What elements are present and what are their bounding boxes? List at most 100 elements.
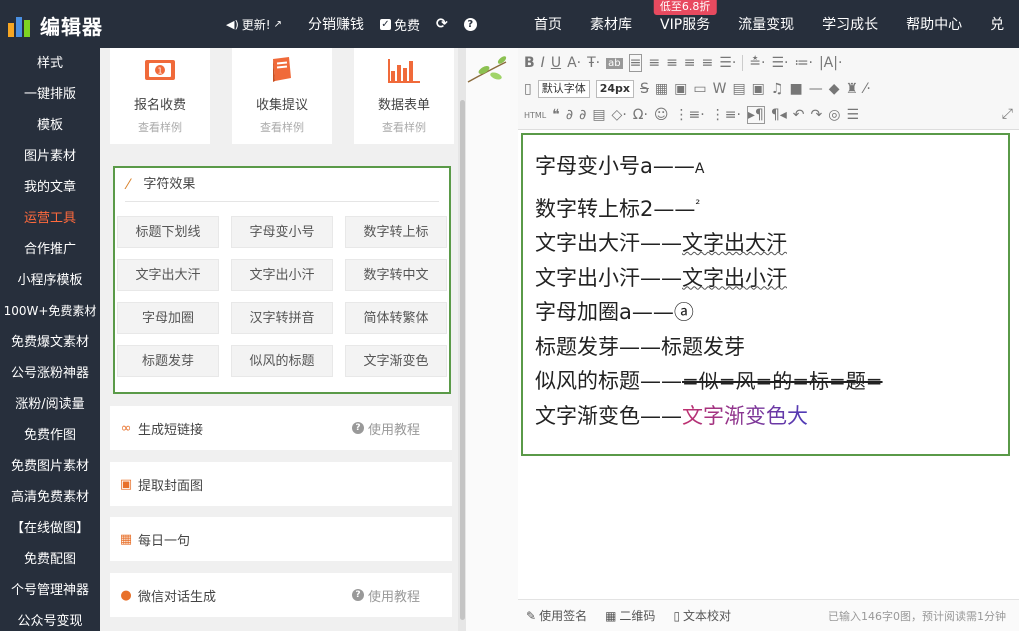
align-center-icon[interactable]: ≡ [648, 55, 660, 71]
view-example-link[interactable]: 查看样例 [354, 119, 454, 135]
sidebar-item-account-mgr[interactable]: 个号管理神器 [0, 575, 100, 606]
tool-extract-cover[interactable]: ▣ 提取封面图 [110, 462, 452, 506]
tool-daily-quote[interactable]: ▦ 每日一句 [110, 517, 452, 561]
redo-icon[interactable]: ↷ [811, 107, 823, 123]
ltr-icon[interactable]: ▸¶ [746, 106, 765, 124]
refresh-icon[interactable]: ⟳ [436, 16, 448, 32]
bullet-list-icon[interactable]: ⋮≡· [711, 107, 741, 123]
row-spacing-icon[interactable]: ☰· [771, 55, 788, 71]
sidebar-item-free-pics[interactable]: 免费配图 [0, 544, 100, 575]
ordered-list-icon[interactable]: ⋮≡· [675, 107, 705, 123]
nav-exchange[interactable]: 兑 [976, 14, 1004, 34]
find-icon[interactable]: ◎ [828, 107, 840, 123]
effect-wind-button[interactable]: 似风的标题 [231, 345, 333, 377]
indent-icon[interactable]: ≡ [702, 55, 714, 71]
paragraph-spacing-icon[interactable]: ≛· [749, 55, 765, 71]
effect-pinyin-button[interactable]: 汉字转拼音 [231, 302, 333, 334]
fullscreen-icon[interactable]: ⤢ [1002, 106, 1013, 122]
text-style-icon[interactable]: Ŧ· [587, 55, 600, 71]
stamp-icon[interactable]: ▤ [592, 107, 605, 123]
update-link[interactable]: ◀) 更新! ↗ [226, 16, 282, 33]
align-right-icon[interactable]: ≡ [666, 55, 678, 71]
list-icon[interactable]: ≔· [794, 55, 812, 71]
strikethrough-icon[interactable]: S [640, 81, 649, 97]
sidebar-item-drawing[interactable]: 免费作图 [0, 420, 100, 451]
sidebar-item-images[interactable]: 图片素材 [0, 141, 100, 172]
magic-icon[interactable]: ⁄· [864, 81, 871, 97]
underline-icon[interactable]: U [551, 55, 561, 71]
undo-icon[interactable]: ↶ [793, 107, 805, 123]
app-logo[interactable]: 编辑器 [8, 11, 103, 40]
tutorial-link[interactable]: ? 使用教程 [351, 419, 420, 438]
effect-chinese-number-button[interactable]: 数字转中文 [345, 259, 447, 291]
sidebar-item-followers[interactable]: 公号涨粉神器 [0, 358, 100, 389]
card-collect-suggestions[interactable]: 收集提议 查看样例 [232, 48, 332, 144]
sidebar-item-my-articles[interactable]: 我的文章 [0, 172, 100, 203]
sidebar-item-layout[interactable]: 一键排版 [0, 79, 100, 110]
gallery-icon[interactable]: ▤ [732, 81, 745, 97]
html-icon[interactable]: HTML [524, 111, 546, 120]
effect-small-letters-button[interactable]: 字母变小号 [231, 216, 333, 248]
template-icon[interactable]: ▭ [693, 81, 706, 97]
effect-small-sweat-button[interactable]: 文字出小汗 [231, 259, 333, 291]
bold-icon[interactable]: B [524, 55, 535, 71]
nav-help[interactable]: 帮助中心 [892, 14, 976, 34]
nav-learning[interactable]: 学习成长 [808, 14, 892, 34]
sidebar-item-monetize[interactable]: 公众号变现 [0, 606, 100, 631]
unlink-icon[interactable]: ∂ [579, 107, 586, 123]
tool-short-link[interactable]: ∞ 生成短链接 ? 使用教程 [110, 406, 452, 450]
effect-traditional-button[interactable]: 简体转繁体 [345, 302, 447, 334]
editor-content[interactable]: 字母变小号a——A 数字转上标2——² 文字出大汗——文字出大汗 文字出小汗——… [521, 133, 1010, 456]
eraser-icon[interactable]: ◆ [829, 81, 840, 97]
tool-wechat-dialog[interactable]: ● 微信对话生成 ? 使用教程 [110, 573, 452, 617]
word-count-icon[interactable]: ☰ [846, 107, 859, 123]
italic-icon[interactable]: I [541, 55, 545, 71]
distribute-link[interactable]: 分销赚钱 [308, 14, 364, 34]
sidebar-item-templates[interactable]: 模板 [0, 110, 100, 141]
effect-title-underline-button[interactable]: 标题下划线 [117, 216, 219, 248]
sidebar-item-viral[interactable]: 免费爆文素材 [0, 327, 100, 358]
sidebar-item-online-design[interactable]: 【在线做图】 [0, 513, 100, 544]
panel-scrollbar-thumb[interactable] [460, 100, 465, 620]
highlight-icon[interactable]: ab [606, 57, 623, 69]
view-example-link[interactable]: 查看样例 [232, 119, 332, 135]
font-color-icon[interactable]: A· [567, 55, 581, 71]
card-data-form[interactable]: 数据表单 查看样例 [354, 48, 454, 144]
nav-home[interactable]: 首页 [520, 14, 576, 34]
table-icon[interactable]: ▦ [655, 81, 668, 97]
font-size-select[interactable]: 24px [595, 80, 634, 98]
nav-vip[interactable]: 低至6.8折 VIP服务 [646, 0, 724, 34]
proofread-button[interactable]: ▯ 文本校对 [673, 607, 731, 624]
effect-superscript-button[interactable]: 数字转上标 [345, 216, 447, 248]
document-icon[interactable]: ▯ [524, 81, 532, 97]
free-toggle[interactable]: ✓ 免费 [379, 15, 420, 34]
tutorial-link[interactable]: ? 使用教程 [351, 586, 420, 605]
format-painter-icon[interactable]: ♜ [845, 81, 858, 97]
view-example-link[interactable]: 查看样例 [110, 119, 210, 135]
sidebar-item-free-images[interactable]: 免费图片素材 [0, 451, 100, 482]
picture-icon[interactable]: ▣ [752, 81, 765, 97]
horizontal-rule-icon[interactable]: — [809, 81, 823, 97]
line-height-icon[interactable]: ☰· [719, 55, 736, 71]
font-family-select[interactable]: 默认字体 [537, 80, 590, 98]
quote-icon[interactable]: ❝ [552, 107, 560, 123]
effect-gradient-button[interactable]: 文字渐变色 [345, 345, 447, 377]
sidebar-item-hd-material[interactable]: 高清免费素材 [0, 482, 100, 513]
word-icon[interactable]: W [713, 81, 727, 97]
signature-button[interactable]: ✎ 使用签名 [526, 607, 587, 624]
sidebar-item-styles[interactable]: 样式 [0, 48, 100, 79]
effect-sprout-button[interactable]: 标题发芽 [117, 345, 219, 377]
sidebar-item-free-material[interactable]: 100W+免费素材 [0, 296, 100, 327]
image-insert-icon[interactable]: ▣ [674, 81, 687, 97]
nav-material[interactable]: 素材库 [576, 14, 646, 34]
sidebar-item-reads[interactable]: 涨粉/阅读量 [0, 389, 100, 420]
letter-spacing-icon[interactable]: |A|· [819, 55, 842, 71]
justify-icon[interactable]: ≡ [684, 55, 696, 71]
video-icon[interactable]: ■ [789, 81, 802, 97]
link-insert-icon[interactable]: ∂ [566, 107, 573, 123]
omega-icon[interactable]: Ω· [633, 107, 648, 123]
help-icon[interactable]: ? [463, 17, 477, 31]
align-left-icon[interactable]: ≡ [628, 54, 643, 72]
sidebar-item-miniprogram[interactable]: 小程序模板 [0, 265, 100, 296]
emoji-icon[interactable]: ☺ [654, 107, 669, 123]
